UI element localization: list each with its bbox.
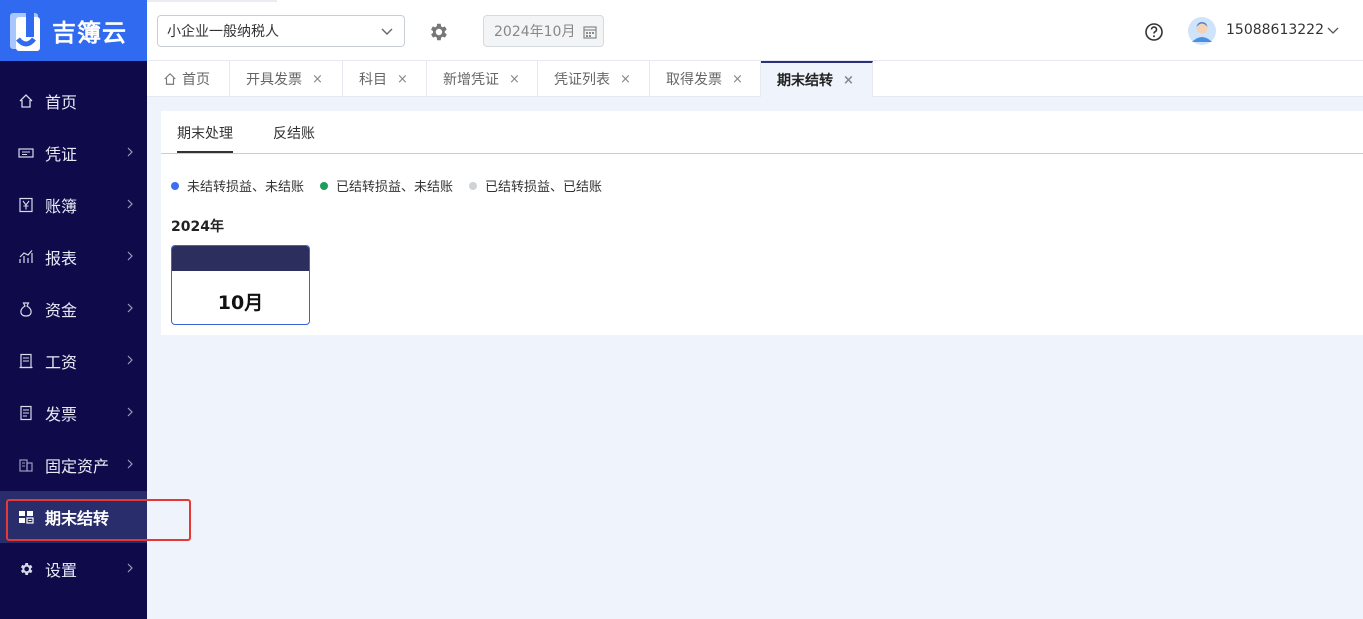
tab-label: 取得发票 (666, 72, 722, 88)
tab-label: 期末结转 (777, 73, 833, 89)
chevron-right-icon (127, 147, 133, 157)
legend-label: 已结转损益、已结账 (485, 180, 603, 195)
logo-mark-icon (10, 12, 40, 51)
chevron-right-icon (127, 459, 133, 469)
chevron-down-icon (381, 28, 393, 35)
gear-icon (17, 560, 35, 578)
sidebar-item-invoice[interactable]: 发票 (0, 387, 147, 439)
sidebar-item-voucher[interactable]: 凭证 (0, 127, 147, 179)
sidebar-item-label: 报表 (45, 249, 78, 268)
yen-icon (17, 196, 35, 214)
invoice-icon (17, 404, 35, 422)
header-top-strip (147, 0, 277, 2)
chevron-right-icon (127, 563, 133, 573)
help-icon[interactable] (1144, 22, 1164, 42)
month-label: 10月 (217, 292, 264, 314)
user-phone[interactable]: 15088613222 (1226, 22, 1324, 38)
tab-label: 开具发票 (246, 72, 302, 88)
sidebar-item-label: 资金 (45, 301, 78, 320)
sidebar-item-label: 设置 (45, 561, 78, 580)
tab-home[interactable]: 首页 (147, 61, 230, 97)
status-legend: 未结转损益、未结账 已结转损益、未结账 已结转损益、已结账 (171, 176, 618, 195)
sidebar-item-ledger[interactable]: 账簿 (0, 179, 147, 231)
chevron-right-icon (127, 303, 133, 313)
subtab-reverse-closing[interactable]: 反结账 (273, 123, 315, 143)
legend-item: 未结转损益、未结账 (171, 176, 304, 195)
close-icon[interactable]: × (732, 72, 743, 87)
period-picker[interactable]: 2024年10月 (483, 15, 604, 47)
legend-item: 已结转损益、已结账 (469, 176, 602, 195)
legend-dot (320, 181, 329, 190)
tab-new-voucher[interactable]: 新增凭证 × (427, 61, 538, 97)
close-icon[interactable]: × (620, 72, 631, 87)
company-type-select[interactable]: 小企业一般纳税人 (157, 15, 405, 47)
avatar[interactable] (1188, 17, 1216, 45)
close-icon[interactable]: × (509, 72, 520, 87)
sidebar-item-home[interactable]: 首页 (0, 75, 147, 127)
top-header: 小企业一般纳税人 2024年10月 15088613222 (147, 0, 1363, 61)
tab-bar: 首页 开具发票 × 科目 × 新增凭证 × 凭证列表 × 取得发票 × 期末结转… (147, 61, 1363, 97)
app-logo[interactable]: 吉簿云 (0, 0, 147, 61)
building-icon (17, 456, 35, 474)
sidebar-item-reports[interactable]: 报表 (0, 231, 147, 283)
tab-accounts[interactable]: 科目 × (343, 61, 427, 97)
logo-text: 吉簿云 (52, 19, 127, 47)
sidebar-item-label: 工资 (45, 353, 78, 372)
month-card[interactable]: 10月 (171, 245, 310, 325)
money-bag-icon (17, 300, 35, 318)
chevron-down-icon[interactable] (1327, 24, 1339, 36)
sidebar-item-label: 凭证 (45, 145, 78, 164)
sidebar-item-settings[interactable]: 设置 (0, 543, 147, 595)
company-type-value: 小企业一般纳税人 (167, 24, 279, 40)
close-icon[interactable]: × (843, 73, 854, 88)
tab-received-invoice[interactable]: 取得发票 × (650, 61, 761, 97)
sidebar: 首页 凭证 账簿 报表 资金 工资 发票 固定资产 期末结转 设置 (0, 61, 147, 619)
sidebar-item-label: 期末结转 (45, 509, 110, 528)
sidebar-item-funds[interactable]: 资金 (0, 283, 147, 335)
tab-issue-invoice[interactable]: 开具发票 × (230, 61, 343, 97)
sidebar-item-fixed-assets[interactable]: 固定资产 (0, 439, 147, 491)
calendar-icon (583, 26, 597, 39)
sidebar-item-payroll[interactable]: 工资 (0, 335, 147, 387)
legend-dot (469, 181, 478, 190)
chevron-right-icon (127, 251, 133, 261)
chevron-right-icon (127, 199, 133, 209)
tab-period-closing[interactable]: 期末结转 × (761, 61, 873, 97)
legend-label: 未结转损益、未结账 (187, 180, 305, 195)
chart-icon (17, 248, 35, 266)
chevron-right-icon (127, 407, 133, 417)
month-card-header (172, 246, 309, 271)
sub-tab-bar: 期末处理 反结账 (161, 111, 1363, 154)
close-icon[interactable]: × (397, 72, 408, 87)
tab-voucher-list[interactable]: 凭证列表 × (538, 61, 650, 97)
sidebar-item-label: 发票 (45, 405, 78, 424)
home-icon (164, 72, 176, 85)
legend-item: 已结转损益、未结账 (320, 176, 453, 195)
closing-icon (17, 508, 35, 526)
voucher-icon (17, 144, 35, 162)
legend-dot (171, 181, 179, 190)
period-closing-panel: 期末处理 反结账 未结转损益、未结账 已结转损益、未结账 已结转损益、已结账 2… (161, 111, 1363, 335)
sidebar-item-period-closing[interactable]: 期末结转 (0, 491, 147, 543)
legend-label: 已结转损益、未结账 (336, 180, 454, 195)
subtab-period-processing[interactable]: 期末处理 (177, 123, 233, 153)
sidebar-item-label: 固定资产 (45, 457, 110, 476)
tab-label: 凭证列表 (554, 72, 610, 88)
document-icon (17, 352, 35, 370)
tab-label: 科目 (359, 72, 387, 88)
period-value: 2024年10月 (494, 24, 576, 40)
year-label: 2024年 (171, 219, 224, 235)
close-icon[interactable]: × (312, 72, 323, 87)
tab-label: 新增凭证 (443, 72, 499, 88)
home-icon (17, 92, 35, 110)
sidebar-item-label: 首页 (45, 93, 78, 112)
tab-label: 首页 (182, 72, 210, 88)
chevron-right-icon (127, 355, 133, 365)
gear-icon[interactable] (427, 21, 449, 43)
sidebar-item-label: 账簿 (45, 197, 78, 216)
